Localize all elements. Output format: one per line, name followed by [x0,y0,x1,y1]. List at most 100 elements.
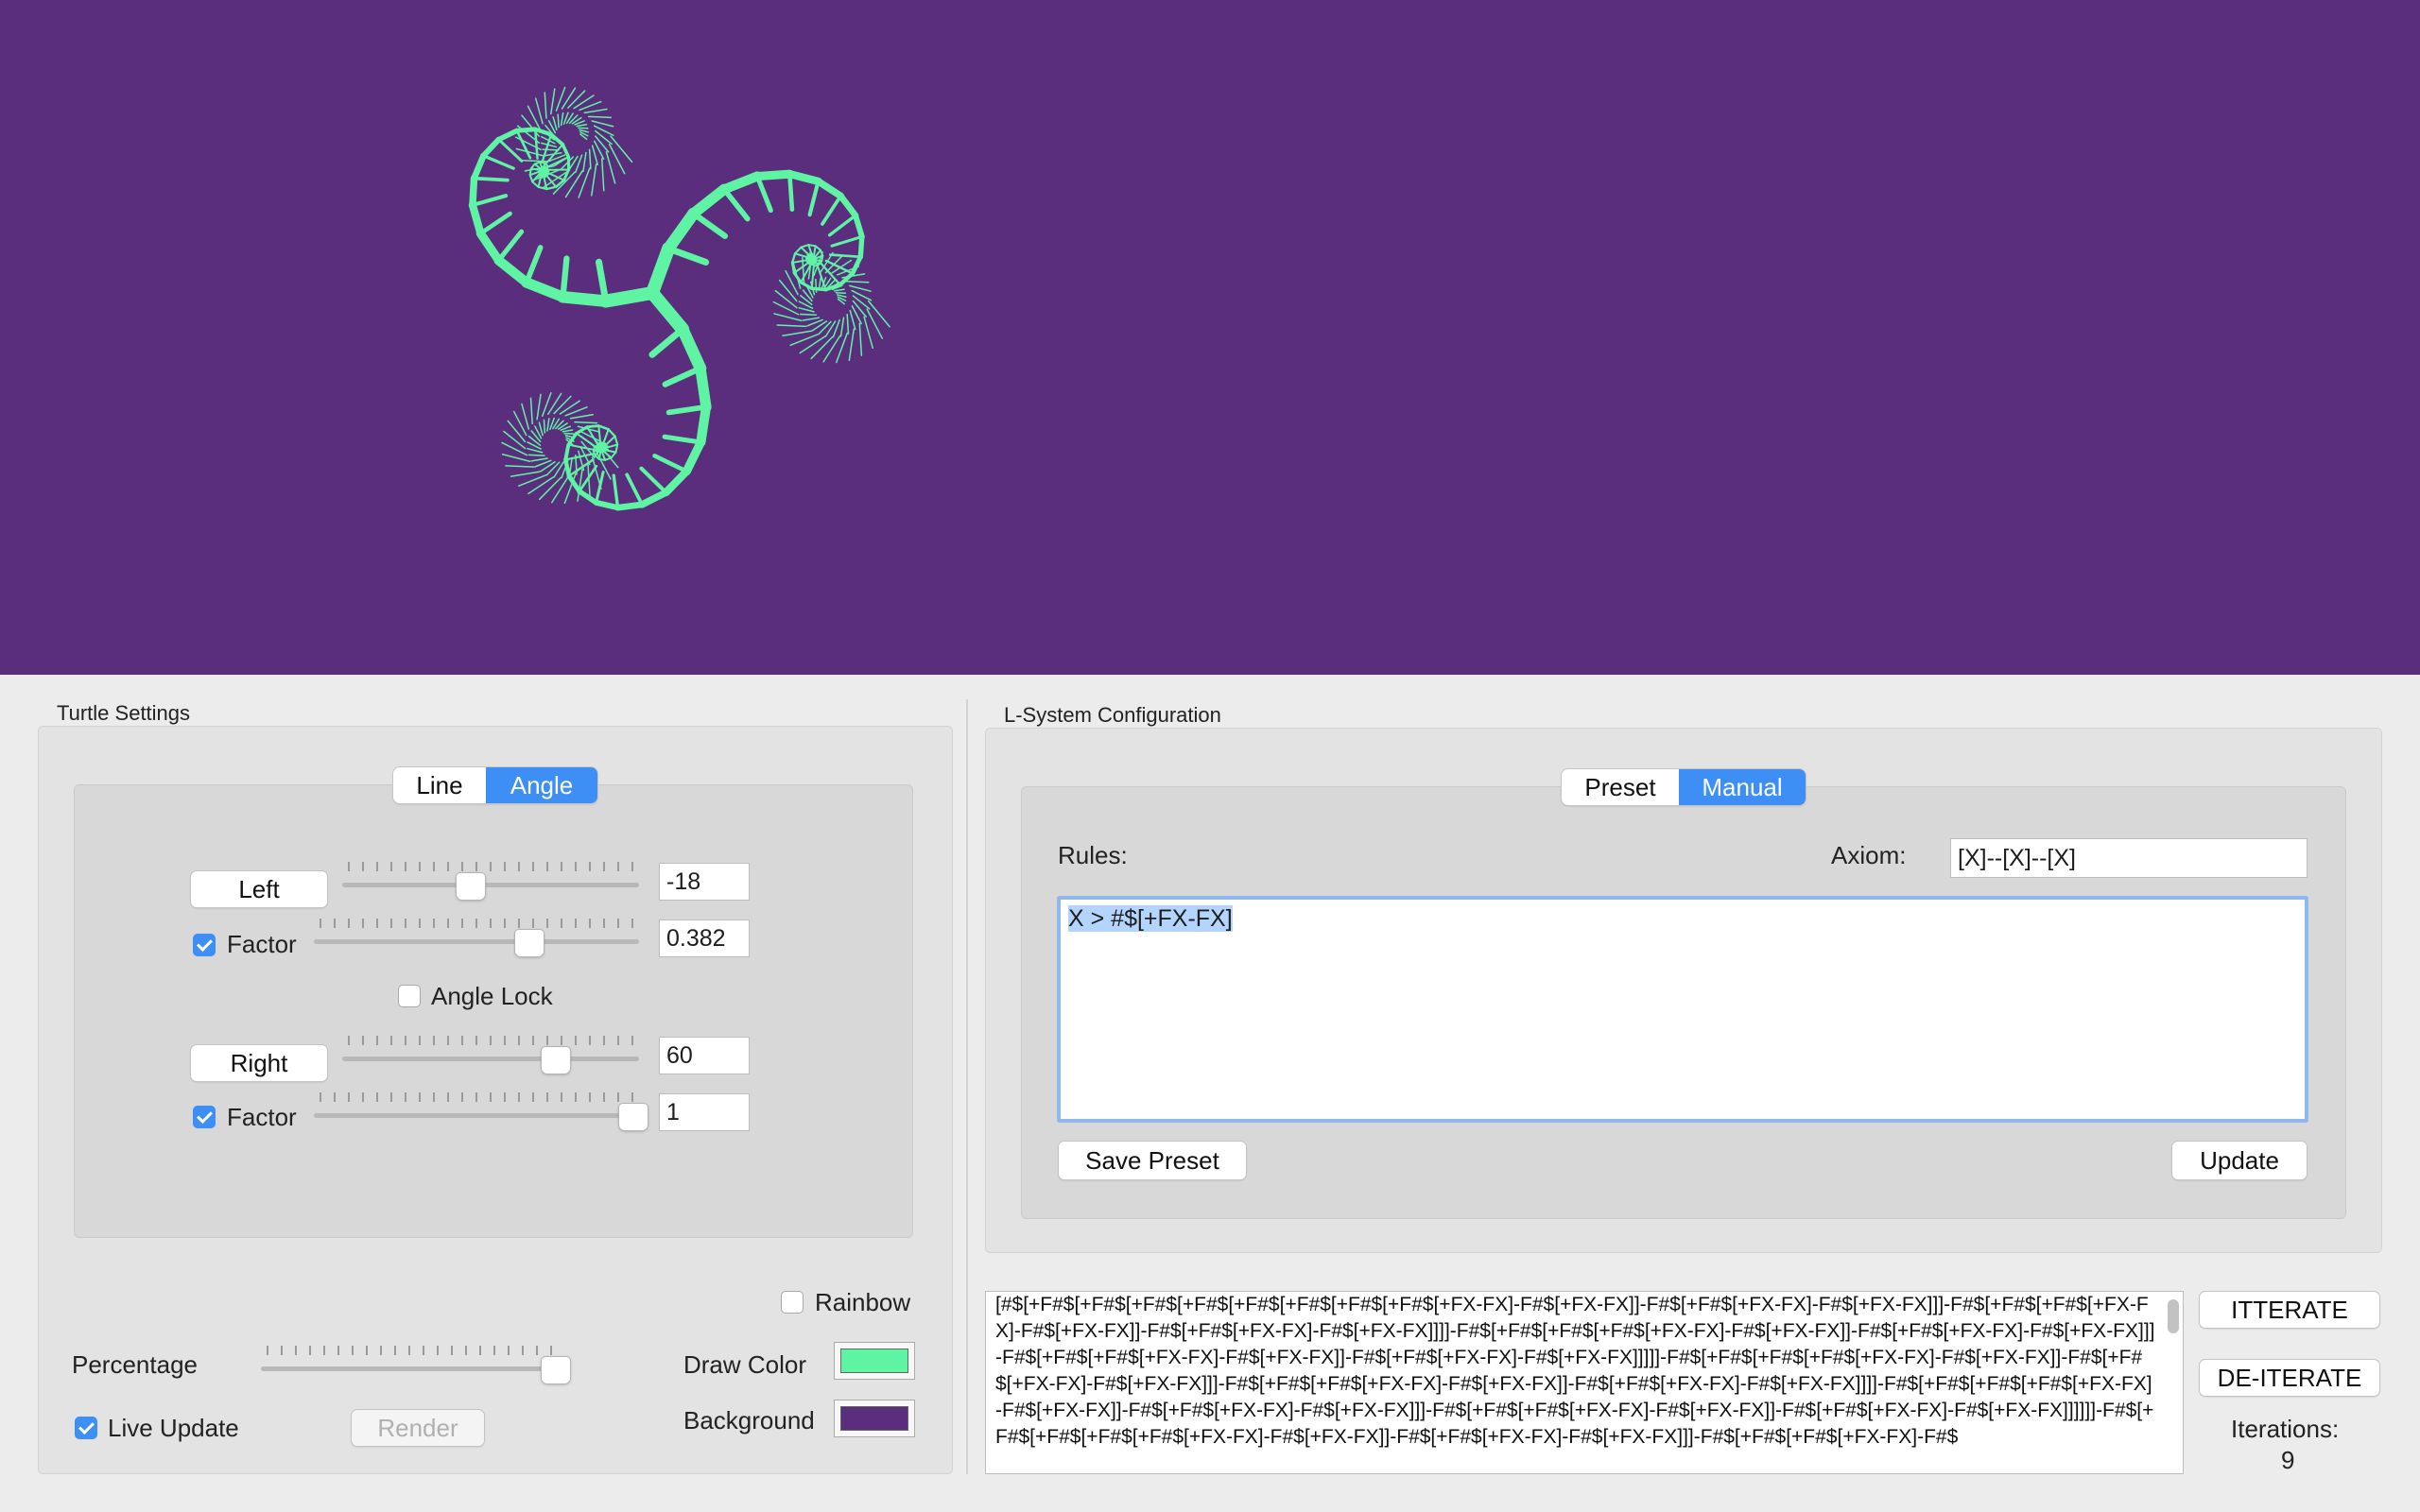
fractal-stroke [471,152,487,182]
fractal-stroke [682,438,705,476]
fractal-stroke [652,453,689,474]
background-color-swatch [840,1406,908,1431]
rules-textarea[interactable]: X > #$[+FX-FX] [1057,896,2308,1123]
fractal-stroke [610,451,617,459]
fractal-stroke [776,324,807,328]
fractal-stroke [848,328,856,362]
fractal-stroke [639,466,668,495]
fractal-stroke [574,421,598,424]
fractal-stroke [852,212,865,240]
output-scrollbar[interactable] [2168,1299,2179,1333]
fractal-stroke [557,113,560,129]
fractal-stroke [786,170,822,186]
left-factor-slider[interactable] [314,919,639,956]
fractal-stroke [773,313,803,322]
fractal-stroke [828,253,862,259]
fractal-stroke [576,123,588,128]
draw-color-swatch [840,1349,908,1373]
fractal-drawing [468,86,890,511]
fractal-stroke [518,159,549,163]
fractal-stroke [515,147,545,157]
iterations-label: Iterations: [2231,1415,2340,1443]
percentage-label: Percentage [72,1350,198,1379]
render-button[interactable]: Render [352,1410,484,1446]
left-angle-field[interactable]: -18 [659,863,750,901]
fractal-stroke [591,456,602,490]
right-angle-field[interactable]: 60 [659,1037,750,1074]
fractal-stroke [605,150,616,184]
live-update-label: Live Update [108,1414,239,1442]
fractal-stroke [849,309,856,331]
tab-manual[interactable]: Manual [1679,769,1806,805]
right-angle-slider[interactable] [342,1036,639,1074]
fractal-stroke [772,301,800,316]
fractal-stroke [497,138,524,163]
right-button[interactable]: Right [191,1045,327,1081]
fractal-stroke [850,254,863,276]
fractal-stroke [695,363,712,413]
fractal-stroke [593,499,621,511]
fractal-stroke [610,135,633,163]
background-color-well[interactable] [834,1400,915,1437]
left-button[interactable]: Left [191,871,327,907]
fractal-stroke [595,135,610,153]
slider-thumb[interactable] [542,1047,571,1074]
fractal-stroke [521,277,569,302]
fractal-stroke [478,211,512,236]
axiom-field[interactable]: [X]--[X]--[X] [1950,838,2308,878]
save-preset-button[interactable]: Save Preset [1059,1142,1246,1179]
tab-preset[interactable]: Preset [1562,769,1679,805]
right-factor-checkbox[interactable] [193,1106,216,1128]
fractal-stroke [614,435,619,446]
right-factor-label: Factor [227,1103,297,1131]
fractal-stroke [824,254,844,274]
fractal-stroke [662,434,703,445]
slider-thumb[interactable] [515,930,544,956]
fractal-stroke [810,335,834,360]
fractal-stroke [514,127,538,133]
draw-color-label: Draw Color [683,1350,807,1379]
update-button[interactable]: Update [2172,1142,2307,1179]
left-factor-checkbox[interactable] [193,934,216,956]
angle-lock-checkbox[interactable] [398,985,421,1007]
fractal-stroke [583,108,608,114]
fractal-stroke [544,92,547,119]
slider-thumb[interactable] [456,873,485,900]
fractal-stroke [721,186,751,222]
fractal-stroke [529,397,533,425]
fractal-stroke [676,323,707,375]
fractal-stroke [552,116,558,131]
fractal-stroke [607,428,616,438]
left-factor-field[interactable]: 0.382 [659,919,750,957]
rainbow-checkbox[interactable] [781,1291,804,1314]
right-factor-slider[interactable] [314,1092,648,1130]
left-angle-slider[interactable] [342,862,639,900]
deiterate-button[interactable]: DE-ITERATE [2200,1360,2379,1396]
fractal-stroke [527,441,542,450]
lsystem-output-text[interactable]: [#$[+F#$[+F#$[+F#$[+F#$[+F#$[+F#$[+F#$[+… [985,1291,2184,1474]
fractal-stroke [814,178,845,200]
fractal-stroke [807,179,821,217]
fractal-stroke [851,289,873,301]
fractal-stroke [546,418,550,432]
fractal-stroke [814,245,822,251]
tab-line[interactable]: Line [393,767,486,803]
fractal-stroke [612,473,620,509]
fractal-stroke [528,174,534,183]
tab-angle[interactable]: Angle [486,767,597,803]
fractal-stroke [569,413,594,420]
draw-color-well[interactable] [834,1342,915,1380]
turtle-tabs: Line Angle [393,767,597,803]
fractal-stroke [472,176,510,182]
slider-thumb[interactable] [542,1357,570,1383]
angle-lock-label: Angle Lock [431,982,553,1010]
iterate-button[interactable]: ITTERATE [2200,1292,2379,1328]
angle-settings-box [74,784,913,1238]
fractal-stroke [646,286,690,336]
slider-thumb[interactable] [619,1104,648,1130]
fractal-stroke [791,252,797,265]
right-factor-field[interactable]: 1 [659,1093,750,1131]
live-update-checkbox[interactable] [75,1417,97,1439]
percentage-slider[interactable] [261,1346,570,1383]
background-label: Background [683,1406,815,1435]
